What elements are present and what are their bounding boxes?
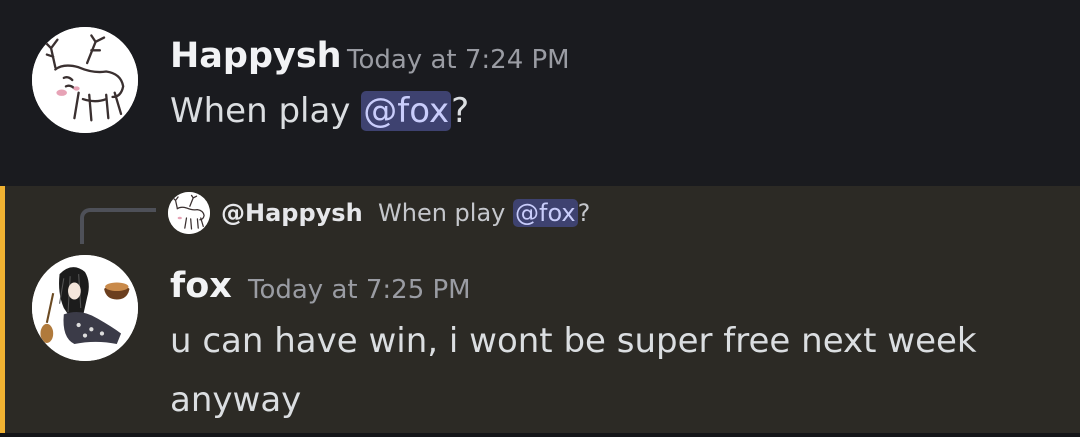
message-text: When play: [170, 91, 362, 131]
reply-avatar-happysh[interactable]: [168, 192, 210, 234]
reindeer-doodle-icon: [32, 27, 138, 133]
reindeer-doodle-icon: [168, 192, 210, 234]
username[interactable]: fox: [170, 266, 232, 306]
message-content-line-1: u can have win, i wont be super free nex…: [170, 321, 977, 361]
message-content: When play @fox?: [170, 82, 469, 140]
reply-username[interactable]: @Happysh: [221, 196, 363, 230]
timestamp: Today at 7:25 PM: [248, 275, 471, 305]
avatar-happysh[interactable]: [32, 27, 138, 133]
username[interactable]: Happysh: [170, 36, 342, 76]
avatar-fox[interactable]: [32, 255, 138, 361]
message-fox[interactable]: @Happysh When play @fox? fox Today at 7:…: [0, 186, 1080, 437]
user-mention[interactable]: @fox: [361, 91, 452, 131]
chat-log: Happysh Today at 7:24 PM When play @fox?…: [0, 0, 1080, 437]
mention-highlight-bar: [0, 186, 5, 437]
reply-connector: [80, 208, 156, 244]
anime-character-icon: [32, 255, 138, 361]
reply-text: ?: [577, 199, 591, 227]
timestamp: Today at 7:24 PM: [347, 45, 570, 75]
message-happysh[interactable]: Happysh Today at 7:24 PM When play @fox?: [0, 0, 1080, 186]
message-content-line-2: anyway: [170, 380, 302, 420]
reply-text: When play: [378, 199, 513, 227]
divider: [0, 433, 1080, 437]
reply-mention[interactable]: @fox: [513, 199, 578, 227]
message-text: ?: [451, 91, 470, 131]
reply-preview-text[interactable]: When play @fox?: [378, 196, 590, 230]
